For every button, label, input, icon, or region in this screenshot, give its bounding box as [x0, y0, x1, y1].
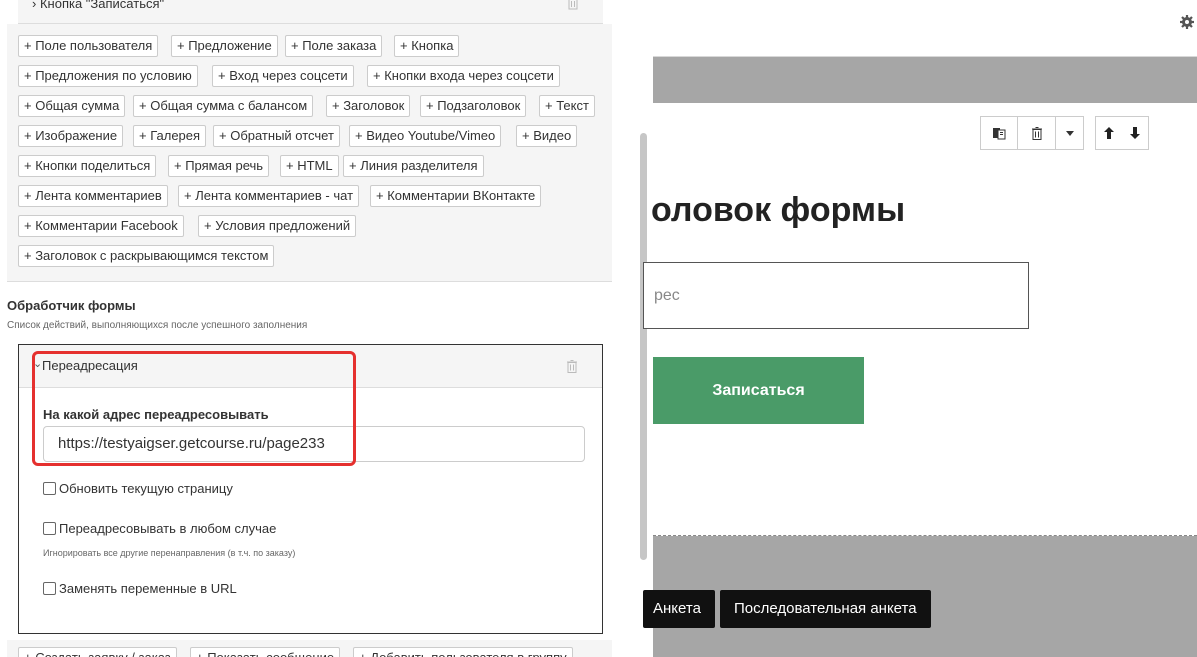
refresh-page-checkbox[interactable]: [43, 482, 56, 495]
add-button-button[interactable]: + Кнопка: [394, 35, 460, 57]
trash-icon[interactable]: [566, 359, 578, 374]
form-handler-description: Список действий, выполняющихся после усп…: [7, 320, 308, 331]
redirect-url-label: На какой адрес переадресовывать: [43, 407, 269, 422]
copy-icon: [993, 128, 1006, 140]
copy-button[interactable]: [980, 116, 1018, 150]
variant-survey-button[interactable]: Анкета: [643, 590, 715, 628]
add-facebook-comments-button[interactable]: + Комментарии Facebook: [18, 215, 184, 237]
redirect-action-header[interactable]: ⌄ Переадресация: [19, 345, 602, 388]
add-gallery-button[interactable]: + Галерея: [133, 125, 207, 147]
add-countdown-button[interactable]: + Обратный отсчет: [213, 125, 340, 147]
add-show-message-button[interactable]: + Показать сообщение: [190, 647, 341, 657]
add-offer-terms-button[interactable]: + Условия предложений: [198, 215, 357, 237]
add-user-to-group-button[interactable]: + Добавить пользователя в группу: [353, 647, 573, 657]
trash-icon[interactable]: [567, 0, 579, 10]
add-social-login-button[interactable]: + Вход через соцсети: [212, 65, 354, 87]
add-vk-comments-button[interactable]: + Комментарии ВКонтакте: [370, 185, 542, 207]
refresh-page-option[interactable]: Обновить текущую страницу: [43, 481, 233, 496]
add-comments-chat-button[interactable]: + Лента комментариев - чат: [178, 185, 360, 207]
add-create-order-button[interactable]: + Создать заявку / заказ: [18, 647, 177, 657]
add-image-button[interactable]: + Изображение: [18, 125, 124, 147]
always-redirect-hint: Игнорировать все другие перенаправления …: [43, 548, 296, 558]
email-input-preview[interactable]: рес: [643, 262, 1029, 329]
chevron-down-icon: ⌄: [33, 358, 43, 370]
add-expandable-heading-button[interactable]: + Заголовок с раскрывающимся текстом: [18, 245, 275, 267]
add-order-field-button[interactable]: + Поле заказа: [285, 35, 383, 57]
gear-icon[interactable]: [1179, 14, 1195, 30]
add-heading-button[interactable]: + Заголовок: [326, 95, 411, 117]
add-html-button[interactable]: + HTML: [280, 155, 339, 177]
redirect-action-label: Переадресация: [42, 358, 138, 373]
sidebar-scrollbar[interactable]: [640, 133, 647, 560]
move-up-button[interactable]: [1095, 116, 1121, 150]
add-subheading-button[interactable]: + Подзаголовок: [420, 95, 527, 117]
always-redirect-checkbox[interactable]: [43, 522, 56, 535]
editor-sidebar: › Кнопка "Записаться" + Поле пользовател…: [0, 0, 653, 657]
block-item-label: › Кнопка "Записаться": [32, 0, 165, 11]
always-redirect-option[interactable]: Переадресовывать в любом случае: [43, 521, 276, 536]
form-handler-title: Обработчик формы: [7, 298, 136, 313]
add-comments-feed-button[interactable]: + Лента комментариев: [18, 185, 168, 207]
caret-down-icon: [1065, 130, 1074, 136]
add-total-sum-button[interactable]: + Общая сумма: [18, 95, 126, 117]
add-total-with-balance-button[interactable]: + Общая сумма с балансом: [133, 95, 314, 117]
block-toolbar: [980, 116, 1149, 150]
variant-sequential-survey-button[interactable]: Последовательная анкета: [720, 590, 931, 628]
arrow-up-icon: [1103, 127, 1114, 139]
redirect-url-input[interactable]: https://testyaigser.getcourse.ru/page233: [43, 426, 585, 462]
redirect-action-card: ⌄ Переадресация На какой адрес переадрес…: [18, 344, 603, 634]
add-conditional-offers-button[interactable]: + Предложения по условию: [18, 65, 198, 87]
add-offer-button[interactable]: + Предложение: [171, 35, 278, 57]
preview-topbar: [653, 0, 1197, 57]
block-item-signup-button[interactable]: › Кнопка "Записаться": [18, 0, 603, 24]
add-elements-panel: + Поле пользователя + Предложение + Поле…: [7, 24, 612, 282]
replace-url-variables-checkbox[interactable]: [43, 582, 56, 595]
page-preview: оловок формы рес Записаться Анкета После…: [643, 0, 1197, 657]
arrow-down-icon: [1129, 127, 1140, 139]
add-share-buttons-button[interactable]: + Кнопки поделиться: [18, 155, 157, 177]
delete-block-button[interactable]: [1018, 116, 1056, 150]
add-actions-panel: + Создать заявку / заказ + Показать сооб…: [7, 640, 612, 657]
add-divider-button[interactable]: + Линия разделителя: [343, 155, 484, 177]
move-down-button[interactable]: [1121, 116, 1149, 150]
signup-submit-button[interactable]: Записаться: [653, 357, 864, 424]
add-text-button[interactable]: + Текст: [539, 95, 595, 117]
add-quote-button[interactable]: + Прямая речь: [168, 155, 270, 177]
form-title: оловок формы: [651, 191, 906, 229]
add-user-field-button[interactable]: + Поле пользователя: [18, 35, 159, 57]
more-options-button[interactable]: [1056, 116, 1084, 150]
add-youtube-vimeo-button[interactable]: + Видео Youtube/Vimeo: [349, 125, 502, 147]
add-social-login-buttons-button[interactable]: + Кнопки входа через соцсети: [367, 65, 560, 87]
add-video-button[interactable]: + Видео: [516, 125, 578, 147]
form-block-preview[interactable]: оловок формы рес Записаться: [643, 103, 1197, 536]
replace-url-variables-option[interactable]: Заменять переменные в URL: [43, 581, 237, 596]
trash-icon: [1031, 126, 1042, 140]
